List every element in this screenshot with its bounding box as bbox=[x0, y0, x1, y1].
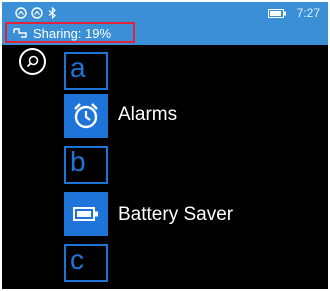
alarms-tile bbox=[64, 94, 108, 138]
alarms-label: Alarms bbox=[118, 104, 178, 125]
letter-tile-b[interactable]: b bbox=[64, 146, 108, 184]
letter-a-label: a bbox=[70, 52, 86, 83]
letter-tile-a[interactable]: a bbox=[64, 52, 108, 90]
internet-sharing-icon bbox=[13, 28, 27, 38]
sharing-status-text: Sharing: 19% bbox=[33, 26, 112, 41]
letter-tile-c[interactable]: c bbox=[64, 244, 108, 282]
bluetooth-icon bbox=[48, 7, 56, 19]
battery-saver-label: Battery Saver bbox=[118, 204, 234, 225]
sharing-indicator[interactable]: Sharing: 19% bbox=[5, 22, 135, 43]
search-button[interactable] bbox=[19, 48, 46, 75]
phone-screen: 7:27 Sharing: 19% a Alarms b Battery Sav… bbox=[2, 2, 328, 289]
search-icon bbox=[26, 55, 39, 68]
battery-icon bbox=[73, 207, 98, 221]
alarm-clock-icon bbox=[74, 103, 98, 129]
battery-status-icon bbox=[268, 9, 286, 18]
letter-c-label: c bbox=[70, 244, 84, 275]
status-time: 7:27 bbox=[296, 6, 320, 20]
battery-saver-tile bbox=[64, 192, 108, 236]
shared-connection-icon bbox=[15, 7, 27, 19]
letter-b-label: b bbox=[70, 146, 86, 177]
shared-connection-icon-2 bbox=[31, 7, 43, 19]
status-bar: 7:27 Sharing: 19% bbox=[2, 2, 328, 45]
